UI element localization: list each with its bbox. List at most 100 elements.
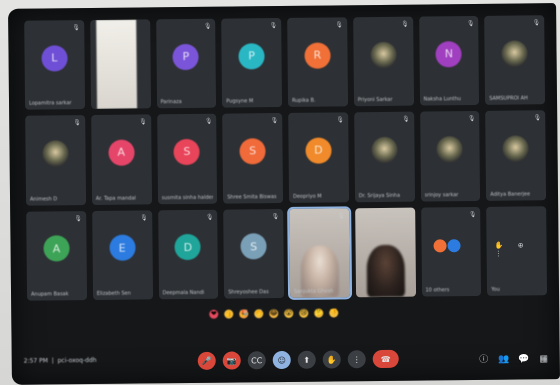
participant-tile[interactable]: 🎙 10 others — [420, 206, 482, 297]
participant-name: You — [491, 286, 500, 293]
mic-muted-icon: 🎙 — [533, 114, 542, 122]
participant-tile[interactable]: D 🎙 Deopriyo M — [288, 112, 349, 203]
participant-name: Elizabeth Sen — [96, 290, 131, 297]
more-options-button[interactable]: ⋮ — [347, 350, 366, 369]
avatar-initial: P — [248, 49, 256, 63]
participant-name: Naksha Lunthu — [423, 96, 462, 103]
participant-tile[interactable] — [354, 207, 416, 298]
participant-name: Aditya Banerjee — [490, 191, 531, 198]
participant-tile[interactable]: S 🎙 susmita sinha halder — [156, 114, 218, 204]
participant-tile[interactable]: E 🎙 Elizabeth Sen — [91, 210, 153, 301]
participant-name: SAMSUPROI AH — [489, 95, 528, 103]
captions-button[interactable]: CC — [247, 351, 266, 370]
camera-icon: 📷 — [226, 356, 237, 366]
participant-tile[interactable] — [89, 19, 151, 110]
meeting-window: L 🎙 Lopamitra sarkar P 🎙 Parinaza P 🎙 Pugsyne M R… — [8, 3, 560, 385]
hand-icon: ✋ — [326, 354, 337, 365]
participant-name: Priyoni Sarkar — [357, 97, 393, 104]
mic-muted-icon: 🎙 — [270, 117, 279, 125]
reaction-emoji[interactable]: 😢 — [299, 308, 309, 318]
reaction-emoji[interactable]: 😮 — [284, 308, 294, 318]
avatar-initial: S — [183, 145, 191, 159]
raise-hand-button[interactable]: ✋ — [322, 350, 341, 369]
reaction-emoji[interactable]: 👏 — [254, 308, 264, 318]
avatar-initial: A — [117, 146, 126, 160]
participant-tile[interactable]: P 🎙 Pugsyne M — [221, 18, 283, 108]
camera-button[interactable]: 📷 — [222, 351, 241, 370]
participant-tile[interactable]: L 🎙 Lopamitra sarkar — [24, 20, 85, 111]
people-icon[interactable]: 👥 — [498, 354, 510, 366]
mic-muted-icon: 🎙 — [466, 19, 475, 28]
avatar — [42, 140, 69, 167]
avatar-initial: S — [249, 144, 257, 158]
reaction-emoji[interactable]: ❤ — [209, 309, 219, 319]
end-call-button[interactable]: ☎ — [372, 349, 399, 369]
participant-name: Sanjukta Ghosh — [293, 288, 334, 295]
more-icon: ⋮ — [352, 354, 361, 364]
avatar: A — [43, 235, 70, 262]
self-tile-icons: ✋ ⊕ ⋮ — [494, 241, 530, 259]
mic-muted-icon: 🎙 — [203, 22, 212, 30]
participant-tile[interactable]: 🎙 Dr. Srijaya Sinha — [353, 111, 415, 202]
participant-name: Deopriyo M — [292, 193, 322, 200]
present-icon: ⬆ — [303, 355, 311, 365]
participant-tile[interactable]: 🎙 Sanjukta Ghosh — [287, 205, 352, 300]
reaction-emoji[interactable]: 👎 — [329, 307, 339, 318]
participant-name: Pugsyne M — [226, 98, 254, 105]
avatar: P — [238, 42, 265, 69]
meeting-code: pci-oxoq-ddh — [57, 356, 97, 365]
avatar: S — [240, 233, 267, 260]
participant-tile[interactable]: N 🎙 Naksha Lunthu — [418, 15, 480, 106]
mic-muted-icon: 🎙 — [467, 115, 476, 123]
emoji-button[interactable]: ☺ — [272, 350, 291, 370]
participant-name: Parinaza — [160, 99, 182, 106]
reaction-emoji[interactable]: 🤔 — [314, 308, 324, 318]
mic-muted-icon: 🎙 — [468, 210, 477, 218]
participant-grid: L 🎙 Lopamitra sarkar P 🎙 Parinaza P 🎙 Pugsyne M R… — [24, 15, 548, 301]
participant-tile[interactable]: R 🎙 Rupika B. — [287, 17, 348, 108]
avatar-initial: A — [52, 242, 61, 256]
participant-name: Shree Smita Biswas — [227, 193, 277, 201]
reaction-emoji[interactable]: 🎉 — [239, 308, 249, 318]
participant-name: Lopamitra sarkar — [29, 100, 72, 107]
participant-tile[interactable]: 🎙 Animesh D — [25, 115, 86, 206]
avatar — [370, 41, 397, 68]
call-controls: 🎤 📷 CC ☺ ⬆ ✋ ⋮ ☎ — [197, 349, 399, 370]
avatar — [436, 135, 464, 163]
participant-tile[interactable]: 🎙 Priyoni Sarkar — [352, 16, 414, 107]
meeting-info: 2:57 PM | pci-oxoq-ddh — [23, 356, 97, 365]
activities-icon[interactable]: ▦ — [538, 353, 550, 365]
captions-icon: CC — [251, 355, 263, 365]
avatar-initial: E — [118, 241, 126, 255]
mic-muted-icon: 🎙 — [204, 118, 213, 126]
present-button[interactable]: ⬆ — [297, 350, 316, 369]
avatar: D — [305, 137, 332, 164]
participant-tile[interactable]: A 🎙 Anupam Basak — [26, 210, 87, 301]
participant-tile[interactable]: P 🎙 Parinaza — [155, 18, 217, 109]
avatar-initial: S — [250, 239, 258, 254]
participant-tile[interactable]: D 🎙 Deepmala Nandi — [157, 209, 219, 300]
mic-muted-icon: 🎙 — [205, 213, 214, 221]
participant-tile[interactable]: 🎙 SAMSUPROI AH — [484, 15, 546, 106]
participant-tile[interactable]: S 🎙 Shreyoshee Das — [223, 208, 285, 299]
mic-muted-icon: 🎙 — [402, 116, 410, 124]
avatar: L — [41, 44, 68, 72]
info-icon[interactable]: ⓘ — [478, 354, 490, 366]
mic-button[interactable]: 🎤 — [197, 351, 216, 370]
reaction-emoji[interactable]: 👍 — [224, 309, 234, 319]
participant-tile[interactable]: 🎙 Aditya Banerjee — [485, 110, 547, 201]
avatar-initial: L — [51, 51, 58, 65]
reaction-emoji[interactable]: 😂 — [269, 308, 279, 318]
mic-icon: 🎤 — [201, 356, 212, 366]
participant-tile[interactable]: ✋ ⊕ ⋮ You — [486, 205, 548, 296]
participant-tile[interactable]: A 🎙 Ar. Tapa mandal — [90, 114, 152, 205]
mic-muted-icon: 🎙 — [532, 19, 541, 27]
mic-muted-icon: 🎙 — [74, 214, 83, 222]
avatar: A — [108, 139, 135, 166]
avatar-initial: D — [183, 240, 193, 254]
participant-tile[interactable]: S 🎙 Shree Smita Biswas — [222, 113, 284, 204]
avatar-initial: N — [444, 47, 454, 61]
chat-icon[interactable]: 💬 — [518, 353, 530, 365]
end-call-icon: ☎ — [380, 354, 391, 364]
participant-tile[interactable]: 🎙 srinjoy sarkar — [419, 111, 481, 202]
